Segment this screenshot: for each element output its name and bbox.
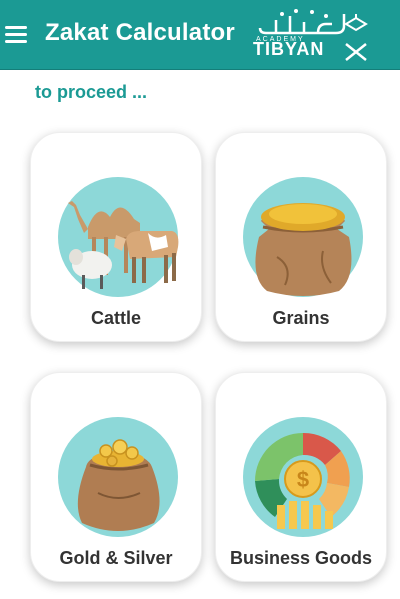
category-card-business-goods[interactable]: $ Business Goods — [215, 372, 387, 582]
app-bar: Zakat Calculator ACADEMY TIBYAN — [0, 0, 400, 70]
category-label: Cattle — [90, 308, 141, 328]
gold-bag-icon — [77, 439, 160, 531]
category-card-grains[interactable]: Grains — [215, 132, 387, 342]
hamburger-menu-icon[interactable] — [5, 26, 27, 44]
logo-arabic-wordmark — [258, 9, 346, 35]
logo-book-mark-icon — [344, 14, 368, 61]
logo-name-text: TIBYAN — [253, 39, 325, 59]
instruction-text: to proceed ... — [35, 82, 148, 102]
tibyan-academy-logo: ACADEMY TIBYAN — [250, 6, 370, 66]
svg-text:$: $ — [297, 467, 309, 492]
business-chart-icon: $ — [255, 432, 350, 529]
category-label: Gold & Silver — [59, 548, 173, 568]
grain-sack-icon — [255, 203, 352, 296]
app-title: Zakat Calculator — [45, 19, 235, 46]
cattle-icon — [68, 201, 179, 289]
category-card-gold-silver[interactable]: Gold & Silver — [30, 372, 202, 582]
category-card-cattle[interactable]: Cattle — [30, 132, 202, 342]
category-label: Business Goods — [229, 548, 373, 568]
category-label: Grains — [272, 308, 330, 328]
